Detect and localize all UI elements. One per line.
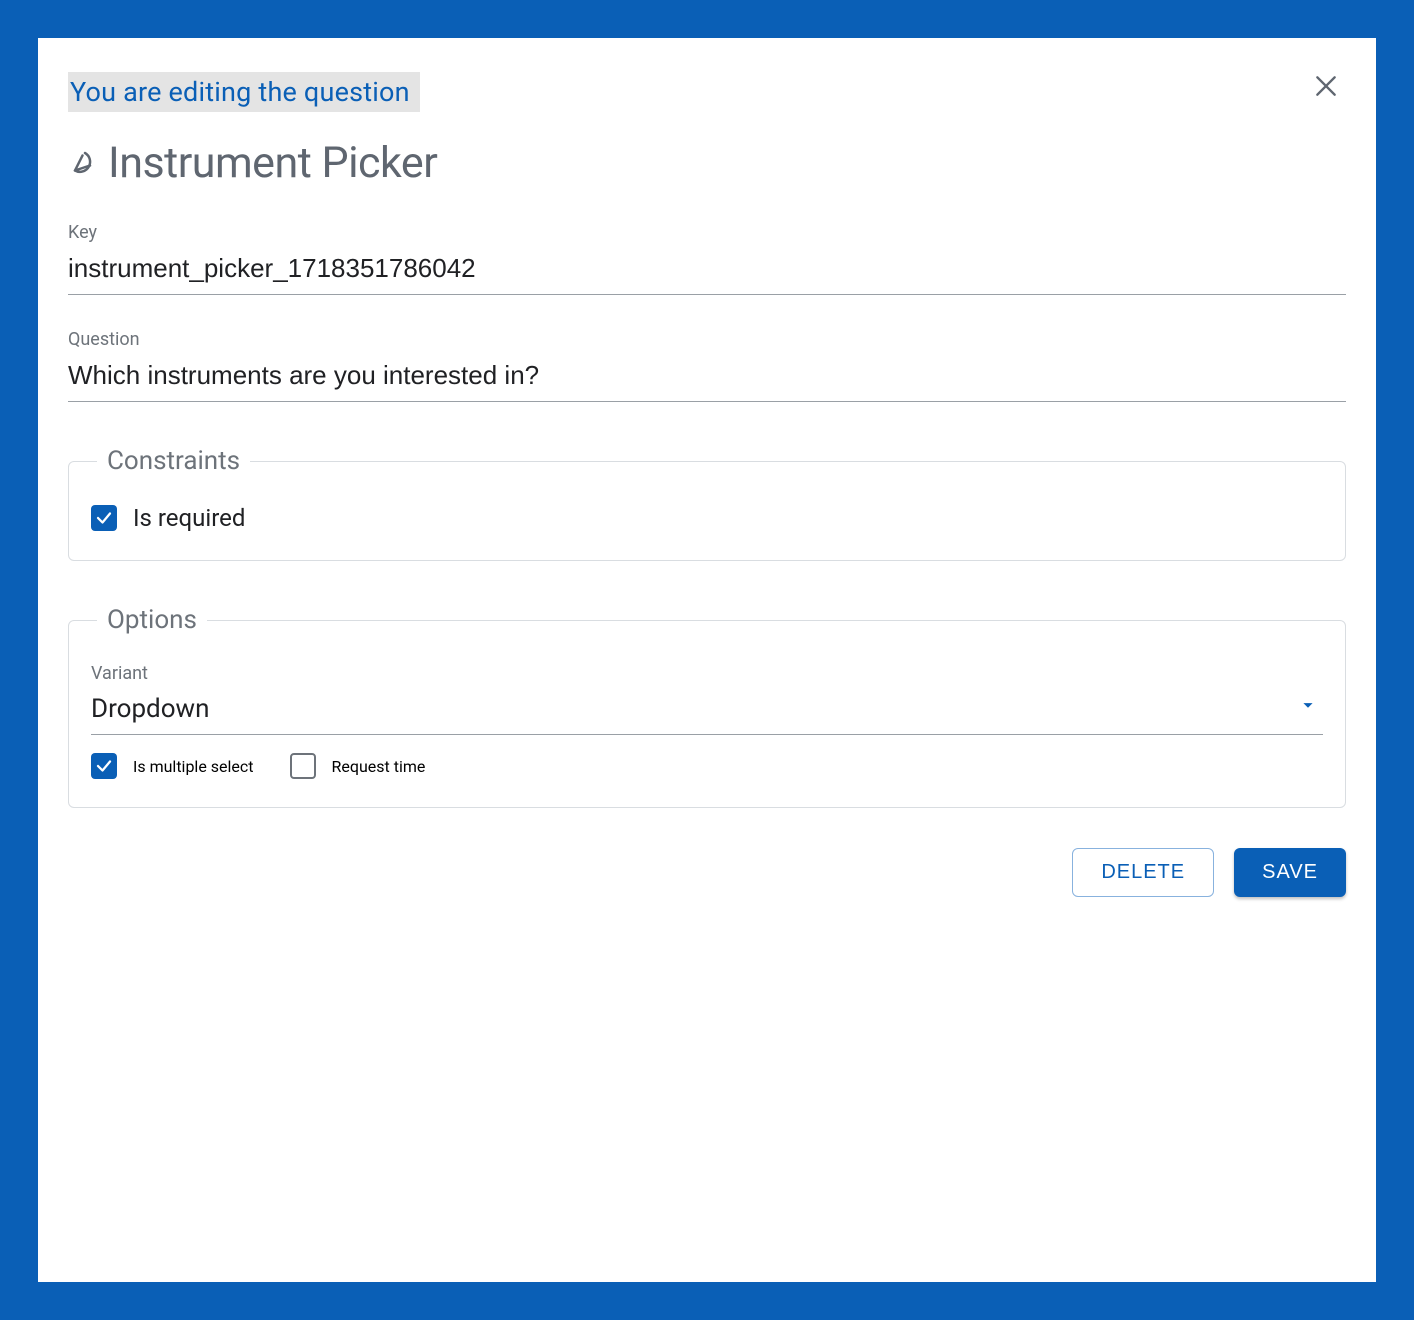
checkbox-checked-icon xyxy=(91,505,117,531)
key-field: Key xyxy=(68,222,1346,295)
checkbox-unchecked-icon xyxy=(290,753,316,779)
request-time-label: Request time xyxy=(332,757,426,776)
is-required-checkbox[interactable]: Is required xyxy=(91,504,245,532)
question-label: Question xyxy=(68,329,1346,350)
dialog-actions: DELETE SAVE xyxy=(68,848,1346,897)
close-icon xyxy=(1313,73,1339,99)
question-input[interactable] xyxy=(68,356,1346,402)
chevron-down-icon xyxy=(1297,694,1319,720)
save-button[interactable]: SAVE xyxy=(1234,848,1346,897)
is-multiple-select-label: Is multiple select xyxy=(133,757,254,776)
variant-select[interactable]: Dropdown xyxy=(91,690,1323,735)
variant-value: Dropdown xyxy=(91,690,1323,735)
key-label: Key xyxy=(68,222,1346,243)
variant-field: Variant Dropdown xyxy=(91,663,1323,735)
constraints-group: Constraints Is required xyxy=(68,446,1346,561)
question-editor-dialog: You are editing the question Instrument … xyxy=(38,38,1376,1282)
question-field: Question xyxy=(68,329,1346,402)
editing-banner: You are editing the question xyxy=(68,72,420,112)
is-multiple-select-checkbox[interactable]: Is multiple select xyxy=(91,753,254,779)
checkbox-checked-icon xyxy=(91,753,117,779)
options-legend: Options xyxy=(97,605,207,635)
request-time-checkbox[interactable]: Request time xyxy=(290,753,426,779)
variant-label: Variant xyxy=(91,663,1323,684)
delete-button[interactable]: DELETE xyxy=(1072,848,1214,897)
is-required-label: Is required xyxy=(133,504,245,532)
title-row: Instrument Picker xyxy=(68,138,1346,188)
key-input[interactable] xyxy=(68,249,1346,295)
instrument-picker-icon xyxy=(68,146,102,180)
constraints-legend: Constraints xyxy=(97,446,250,476)
options-group: Options Variant Dropdown Is multiple sel… xyxy=(68,605,1346,808)
dialog-title: Instrument Picker xyxy=(108,138,437,188)
close-button[interactable] xyxy=(1306,66,1346,106)
